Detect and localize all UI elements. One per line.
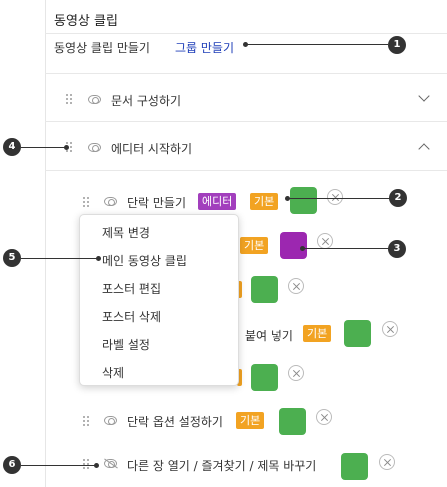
- item-label: 붙여 넣기: [245, 329, 293, 343]
- item-label: 다른 장 열기 / 즐겨찾기 / 제목 바꾸기: [127, 459, 317, 473]
- callout-line: [21, 147, 65, 148]
- menu-item-delete-poster[interactable]: 포스터 삭제: [102, 308, 161, 325]
- divider: [45, 121, 447, 122]
- color-swatch[interactable]: [279, 408, 306, 435]
- color-swatch[interactable]: [341, 453, 368, 480]
- callout-dot: [96, 256, 101, 261]
- callout-dot: [64, 145, 69, 150]
- basic-badge: 기본: [236, 412, 265, 429]
- basic-badge: 기본: [303, 325, 332, 342]
- callout-badge: 2: [389, 189, 407, 207]
- context-menu: 제목 변경 메인 동영상 클립 포스터 편집 포스터 삭제 라벨 설정 삭제: [79, 214, 239, 386]
- item-label: 단락 옵션 설정하기: [127, 415, 223, 429]
- callout-badge: 4: [3, 138, 21, 156]
- basic-badge: 기본: [250, 193, 279, 210]
- close-icon[interactable]: [382, 321, 398, 337]
- eye-icon[interactable]: [88, 95, 101, 104]
- menu-item-delete[interactable]: 삭제: [102, 364, 124, 381]
- close-icon[interactable]: [288, 365, 304, 381]
- callout-line: [245, 44, 388, 45]
- editor-badge: 에디터: [198, 193, 237, 210]
- color-swatch[interactable]: [251, 364, 278, 391]
- drag-handle-icon[interactable]: [66, 94, 72, 105]
- color-swatch[interactable]: [290, 187, 317, 214]
- eye-off-icon[interactable]: [104, 459, 117, 468]
- menu-item-label-settings[interactable]: 라벨 설정: [102, 336, 150, 353]
- callout-line: [21, 258, 98, 259]
- section-title: 문서 구성하기: [111, 94, 182, 108]
- menu-item-edit-poster[interactable]: 포스터 편집: [102, 280, 161, 297]
- drag-handle-icon[interactable]: [83, 416, 89, 427]
- callout-line: [287, 198, 390, 199]
- callout-dot: [94, 463, 99, 468]
- eye-icon[interactable]: [104, 416, 117, 425]
- close-icon[interactable]: [288, 278, 304, 294]
- close-icon[interactable]: [379, 454, 395, 470]
- eye-icon[interactable]: [88, 143, 101, 152]
- menu-item-rename[interactable]: 제목 변경: [102, 224, 150, 241]
- screen: 동영상 클립 동영상 클립 만들기 그룹 만들기 문서 구성하기 에디터 시작하…: [0, 0, 447, 487]
- make-clip-button[interactable]: 동영상 클립 만들기: [54, 39, 150, 56]
- close-icon[interactable]: [317, 233, 333, 249]
- callout-badge: 3: [388, 240, 406, 258]
- drag-handle-icon[interactable]: [83, 197, 89, 208]
- callout-badge: 1: [388, 36, 406, 54]
- color-swatch[interactable]: [344, 320, 371, 347]
- divider: [45, 73, 447, 74]
- eye-icon[interactable]: [104, 197, 117, 206]
- color-swatch[interactable]: [251, 276, 278, 303]
- callout-line: [302, 248, 389, 249]
- callout-badge: 6: [3, 456, 21, 474]
- divider: [45, 170, 447, 171]
- basic-badge: 기본: [240, 237, 269, 254]
- panel-title: 동영상 클립: [54, 14, 118, 29]
- divider: [45, 33, 447, 34]
- item-label: 단락 만들기: [127, 196, 187, 210]
- callout-line: [21, 465, 96, 466]
- close-icon[interactable]: [327, 189, 343, 205]
- make-group-link[interactable]: 그룹 만들기: [175, 39, 234, 56]
- menu-item-main-clip[interactable]: 메인 동영상 클립: [102, 252, 187, 269]
- close-icon[interactable]: [316, 409, 332, 425]
- section-title: 에디터 시작하기: [111, 142, 193, 156]
- callout-badge: 5: [3, 249, 21, 267]
